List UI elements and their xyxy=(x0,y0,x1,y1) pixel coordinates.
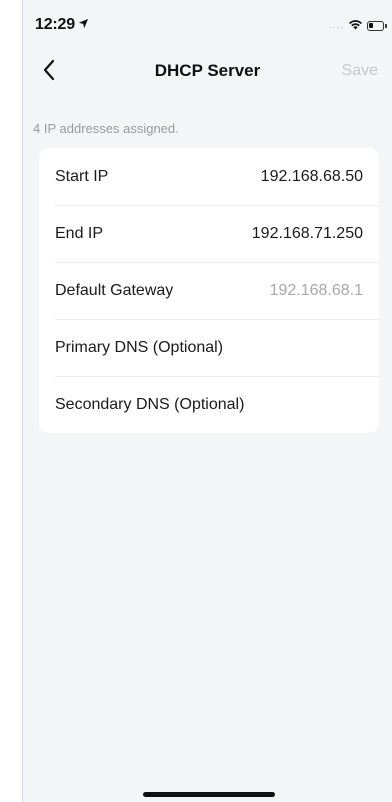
home-indicator[interactable] xyxy=(143,792,275,797)
location-arrow-icon xyxy=(78,16,89,34)
nav-bar: DHCP Server Save xyxy=(23,50,392,94)
end-ip-value[interactable]: 192.168.71.250 xyxy=(252,225,363,243)
status-indicators: .... xyxy=(328,17,387,35)
page-title: DHCP Server xyxy=(154,61,261,80)
primary-dns-label: Primary DNS (Optional) xyxy=(55,338,224,356)
default-gateway-label: Default Gateway xyxy=(55,281,174,299)
start-ip-label: Start IP xyxy=(55,167,109,185)
signal-dots: .... xyxy=(328,20,344,31)
secondary-dns-label: Secondary DNS (Optional) xyxy=(55,395,245,413)
end-ip-label: End IP xyxy=(55,224,104,242)
secondary-dns-row[interactable]: Secondary DNS (Optional) xyxy=(39,376,379,433)
save-button[interactable]: Save xyxy=(342,62,378,80)
battery-icon xyxy=(367,21,387,31)
default-gateway-value[interactable]: 192.168.68.1 xyxy=(270,282,363,300)
end-ip-row[interactable]: End IP 192.168.71.250 xyxy=(39,205,379,262)
start-ip-row[interactable]: Start IP 192.168.68.50 xyxy=(39,148,379,205)
status-time: 12:29 xyxy=(35,16,75,33)
phone-screen: 12:29 .... DHCP Server Save 4 IP address… xyxy=(22,0,392,802)
status-time-group: 12:29 xyxy=(35,16,89,34)
wifi-icon xyxy=(348,17,363,35)
start-ip-value[interactable]: 192.168.68.50 xyxy=(261,168,363,186)
primary-dns-row[interactable]: Primary DNS (Optional) xyxy=(39,319,379,376)
status-bar: 12:29 .... xyxy=(23,0,392,50)
default-gateway-row[interactable]: Default Gateway 192.168.68.1 xyxy=(39,262,379,319)
assigned-count-note: 4 IP addresses assigned. xyxy=(33,121,179,136)
dhcp-settings-card: Start IP 192.168.68.50 End IP 192.168.71… xyxy=(39,148,379,433)
battery-level xyxy=(369,23,373,28)
